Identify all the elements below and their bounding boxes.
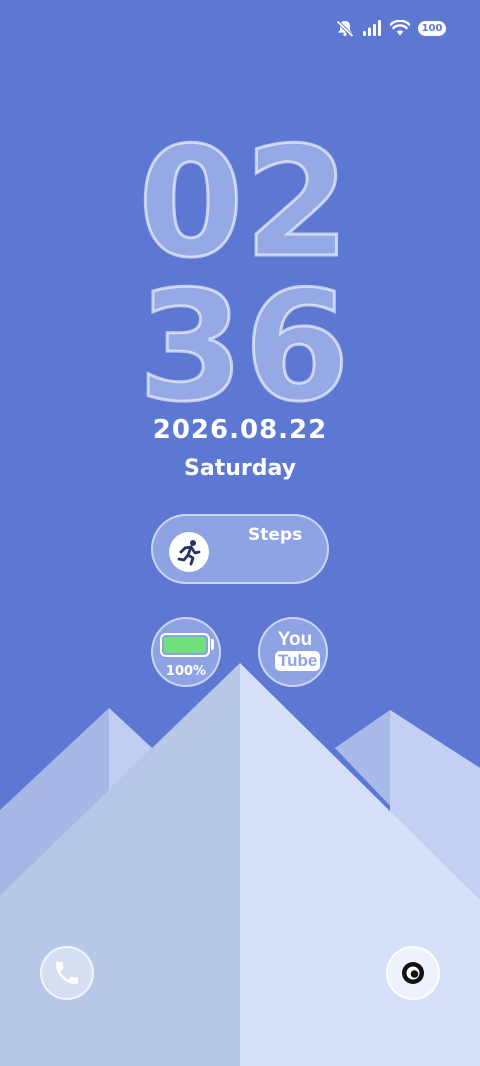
minute-ones-digit: 6 xyxy=(243,258,352,435)
clock: 0 2 3 6 xyxy=(137,114,352,435)
battery-percent: 100% xyxy=(165,664,207,679)
wifi-icon xyxy=(390,20,410,36)
minute-tens-digit: 3 xyxy=(137,258,246,435)
hour-ones-digit: 2 xyxy=(243,114,352,291)
hour-tens-digit: 0 xyxy=(137,114,246,291)
battery-tip xyxy=(211,639,214,650)
steps-label: Steps xyxy=(248,525,303,545)
camera-icon xyxy=(402,962,424,984)
lock-screen: 100 0 2 3 6 2026.08.22 Saturday Steps 10… xyxy=(0,0,480,1066)
youtube-logo-top: You xyxy=(277,629,313,650)
battery-indicator xyxy=(160,633,210,657)
battery-icon: 100 xyxy=(418,20,446,36)
date-text: 2026.08.22 xyxy=(152,415,328,445)
weekday-text: Saturday xyxy=(184,456,296,481)
phone-icon xyxy=(55,961,79,985)
status-bar: 100 xyxy=(335,14,446,42)
mute-icon xyxy=(336,20,354,37)
youtube-widget[interactable]: You Tube xyxy=(258,617,328,687)
clock-hours: 0 2 xyxy=(137,114,352,291)
steps-widget[interactable]: Steps xyxy=(151,514,329,584)
running-person-icon xyxy=(169,532,209,572)
youtube-logo-icon: You Tube xyxy=(275,629,321,671)
clock-minutes: 3 6 xyxy=(137,258,352,435)
phone-shortcut-button[interactable] xyxy=(40,946,94,1000)
youtube-logo-bottom: Tube xyxy=(275,651,321,671)
camera-shortcut-button[interactable] xyxy=(386,946,440,1000)
signal-icon xyxy=(363,20,381,36)
battery-fill xyxy=(164,637,206,653)
battery-widget[interactable]: 100% xyxy=(151,617,221,687)
